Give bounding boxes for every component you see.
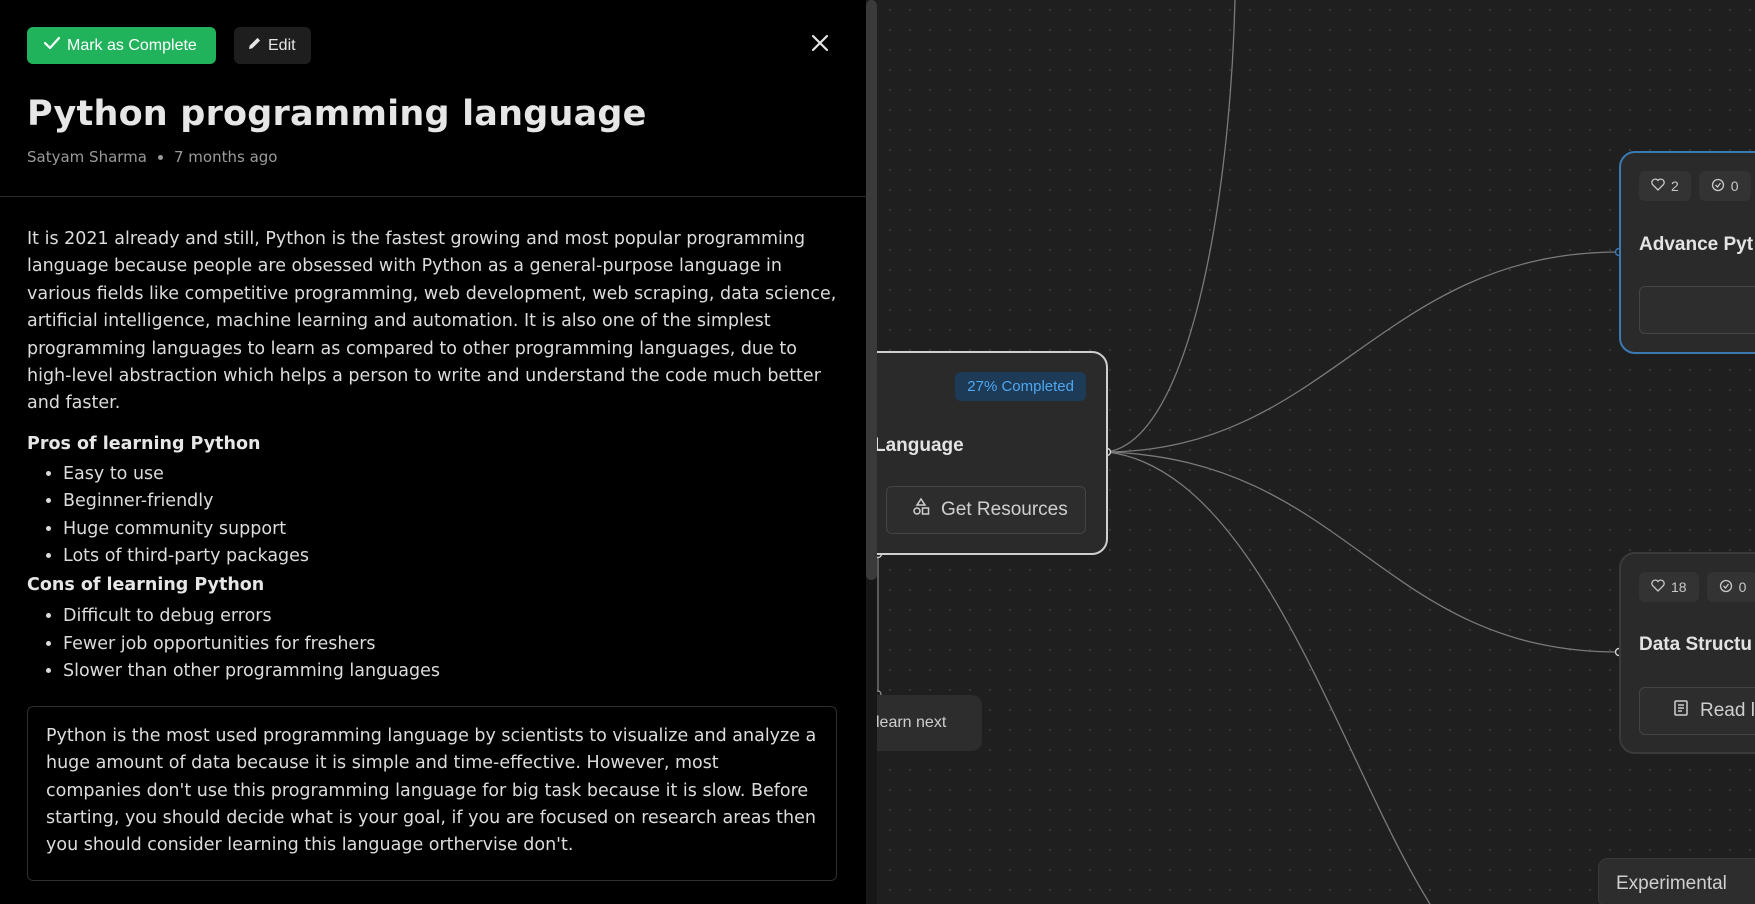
edge-data-structures (1106, 451, 1620, 653)
pros-heading: Pros of learning Python (27, 433, 261, 454)
pencil-icon (248, 36, 262, 55)
list-item: Lots of third-party packages (63, 543, 837, 570)
likes-count: 2 (1671, 178, 1679, 194)
learn-next-node[interactable]: learn next (862, 695, 982, 751)
get-resources-button[interactable]: Get Resources (886, 486, 1086, 534)
list-item: Fewer job opportunities for freshers (63, 631, 837, 658)
cons-heading: Cons of learning Python (27, 575, 265, 596)
list-item: Huge community support (63, 516, 837, 543)
roadmap-node-data-structures[interactable]: 18 0 Data Structu Read l (1619, 552, 1755, 754)
node-title: Data Structu (1639, 634, 1752, 655)
resource-button[interactable] (1639, 286, 1755, 334)
check-circle-icon (1711, 178, 1725, 195)
callout-text: Python is the most used programming lang… (46, 725, 817, 856)
experimental-node[interactable]: Experimental (1598, 858, 1755, 904)
get-resources-label: Get Resources (941, 499, 1068, 520)
completion-badge: 27% Completed (955, 372, 1086, 401)
shapes-icon (911, 497, 931, 523)
roadmap-node-advance-python[interactable]: 2 0 Advance Pyt (1619, 151, 1755, 354)
mark-complete-label: Mark as Complete (67, 36, 197, 54)
likes-badge[interactable]: 18 (1639, 572, 1699, 602)
pros-list: Easy to use Beginner-friendly Huge commu… (27, 461, 837, 571)
completions-count: 0 (1738, 579, 1747, 595)
node-title: Language (874, 435, 964, 456)
read-button[interactable]: Read l (1639, 687, 1755, 735)
callout-box: Python is the most used programming lang… (27, 705, 837, 881)
edit-button[interactable]: Edit (234, 27, 311, 64)
post-meta: Satyam Sharma 7 months ago (27, 148, 277, 166)
separator-dot (157, 154, 163, 160)
close-icon (811, 34, 829, 56)
completions-badge[interactable]: 0 (1698, 171, 1751, 201)
panel-scrollbar-thumb[interactable] (866, 0, 877, 580)
author-name: Satyam Sharma (27, 148, 147, 166)
divider (0, 196, 866, 197)
mark-complete-button[interactable]: Mark as Complete (27, 27, 216, 64)
check-circle-icon (1719, 579, 1733, 596)
article-body: It is 2021 already and still, Python is … (27, 226, 837, 881)
post-time: 7 months ago (173, 148, 278, 166)
read-label: Read l (1700, 700, 1755, 721)
edge-top (1106, 0, 1236, 453)
likes-badge[interactable]: 2 (1639, 171, 1691, 201)
completions-count: 0 (1730, 178, 1739, 194)
cons-list: Difficult to debug errors Fewer job oppo… (27, 603, 837, 685)
node-title: Advance Pyt (1639, 234, 1754, 255)
heart-icon (1651, 579, 1665, 595)
heart-icon (1651, 178, 1665, 194)
check-icon (43, 36, 61, 55)
page-title: Python programming language (27, 94, 647, 134)
list-item: Difficult to debug errors (63, 603, 837, 630)
edit-label: Edit (268, 36, 296, 54)
list-item: Beginner-friendly (63, 488, 837, 515)
detail-panel: Mark as Complete Edit Python programming… (0, 0, 866, 904)
completions-badge[interactable]: 0 (1706, 572, 1755, 602)
close-button[interactable] (805, 30, 835, 60)
list-item: Slower than other programming languages (63, 658, 837, 685)
document-icon (1672, 699, 1690, 723)
intro-paragraph: It is 2021 already and still, Python is … (27, 229, 837, 414)
likes-count: 18 (1671, 579, 1687, 595)
edge-bottom (1106, 451, 1431, 904)
roadmap-node-python[interactable]: 27% Completed Language Get Resources (860, 351, 1108, 555)
list-item: Easy to use (63, 461, 837, 488)
